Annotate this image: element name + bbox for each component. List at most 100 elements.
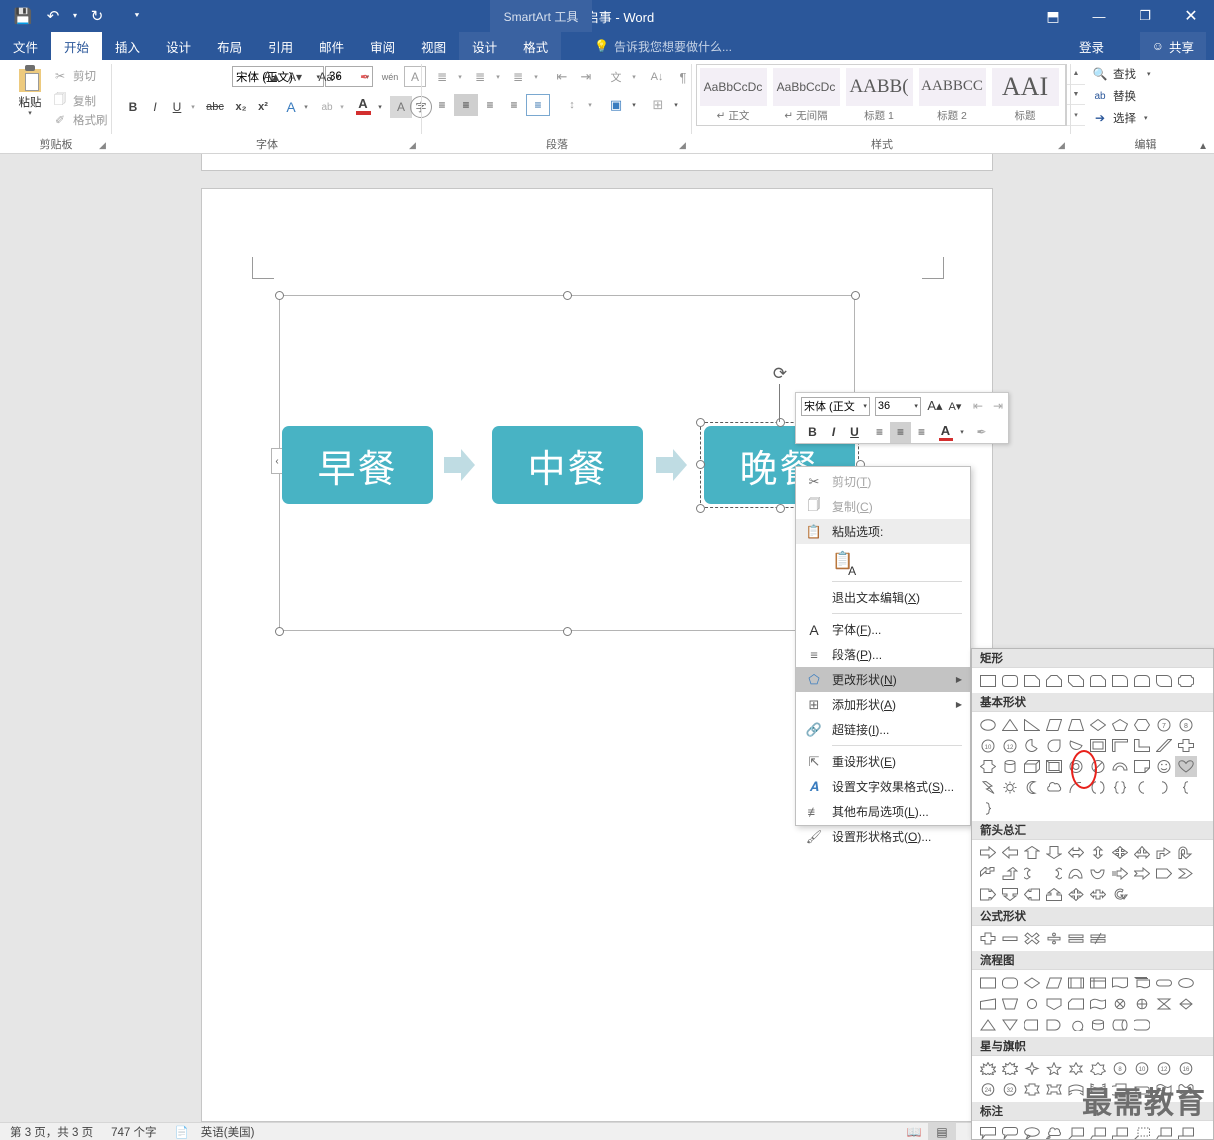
shape-rounded-rectangle[interactable]: [999, 670, 1021, 691]
numbering-button[interactable]: ≣: [468, 66, 492, 88]
shape-diamond[interactable]: [1087, 714, 1109, 735]
shape-hexagon[interactable]: [1131, 714, 1153, 735]
shape-can[interactable]: [999, 756, 1021, 777]
context-menu-item-paragraph[interactable]: ≡ 段落(P)...: [796, 642, 970, 667]
mini-italic-button[interactable]: I: [823, 422, 844, 443]
shape-circular-arrow[interactable]: [1109, 884, 1131, 905]
shape-down-ribbon[interactable]: [1043, 1079, 1065, 1100]
align-left-button[interactable]: ≡: [430, 94, 454, 116]
shape-rectangle[interactable]: [977, 670, 999, 691]
style-heading-1[interactable]: AABB( 标题 1: [843, 65, 916, 125]
shape-down-arrow[interactable]: [1043, 842, 1065, 863]
mini-increase-indent-button[interactable]: ⇥: [988, 396, 1008, 417]
paragraph-dialog-launcher[interactable]: ◢: [677, 140, 688, 151]
context-menu-item-hyperlink[interactable]: 🔗 超链接(I)...: [796, 717, 970, 742]
shape-bevel[interactable]: [1043, 756, 1065, 777]
context-menu-item-copy[interactable]: 🗍 复制(C): [796, 494, 970, 519]
select-button[interactable]: ➔ 选择 ▾: [1092, 110, 1148, 126]
shape-explosion-1[interactable]: [977, 1058, 999, 1079]
context-menu-item-text-effects[interactable]: 𝑨 设置文字效果格式(S)...: [796, 774, 970, 799]
shape-moon[interactable]: [1021, 777, 1043, 798]
shape-notched-right-arrow[interactable]: [1131, 863, 1153, 884]
font-color-caret-icon[interactable]: ▾: [374, 96, 386, 118]
shape-quad-arrow-callout[interactable]: [1065, 884, 1087, 905]
read-mode-button[interactable]: 📖: [900, 1123, 928, 1140]
shape-triangle[interactable]: [999, 714, 1021, 735]
shape-lightning-bolt[interactable]: [977, 777, 999, 798]
shape-teardrop[interactable]: [1043, 735, 1065, 756]
italic-button[interactable]: I: [144, 96, 166, 118]
flowchart-connector[interactable]: [1021, 993, 1043, 1014]
close-icon[interactable]: ✕: [1168, 0, 1214, 32]
mini-toolbar[interactable]: 宋体 (正文 ▾ 36 ▾ A▴ A▾ ⇤ ⇥ B I U ≡ ≡ ≡ A ▾ …: [795, 392, 1009, 444]
shape-heart[interactable]: [1175, 756, 1197, 777]
shape-snip-diagonal-corner-rectangle[interactable]: [1065, 670, 1087, 691]
shape-right-bracket[interactable]: [1153, 777, 1175, 798]
flowchart-direct-access-storage[interactable]: [1109, 1014, 1131, 1035]
bullets-button[interactable]: ≣: [430, 66, 454, 88]
resize-handle-tc[interactable]: [563, 291, 572, 300]
style-title[interactable]: AAI 标题: [989, 65, 1062, 125]
shape-left-arrow-callout[interactable]: [1021, 884, 1043, 905]
shape-decagon[interactable]: 10: [977, 735, 999, 756]
shape-minus[interactable]: [999, 928, 1021, 949]
shrink-font-button[interactable]: A▾: [284, 66, 306, 87]
collapse-ribbon-icon[interactable]: ▲: [1198, 141, 1208, 152]
grow-font-button[interactable]: A▴: [260, 66, 282, 87]
callout-line-border-2[interactable]: [1153, 1123, 1175, 1139]
shape-star-10-point[interactable]: 10: [1131, 1058, 1153, 1079]
shape-divide[interactable]: [1043, 928, 1065, 949]
shape-dodecagon[interactable]: 12: [999, 735, 1021, 756]
callout-line-border-3[interactable]: [1175, 1123, 1197, 1139]
shape-down-arrow-callout[interactable]: [999, 884, 1021, 905]
justify-button[interactable]: ≡: [502, 94, 526, 116]
mini-font-size-combo[interactable]: 36 ▾: [874, 396, 921, 416]
shape-right-triangle[interactable]: [1021, 714, 1043, 735]
shape-snip-same-side-corner-rectangle[interactable]: [1043, 670, 1065, 691]
flowchart-magnetic-disk[interactable]: [1087, 1014, 1109, 1035]
resize-handle-bc[interactable]: [563, 627, 572, 636]
node-handle-tc[interactable]: [776, 418, 785, 427]
shape-round-single-corner-rectangle[interactable]: [1109, 670, 1131, 691]
flowchart-collate[interactable]: [1153, 993, 1175, 1014]
shape-up-arrow[interactable]: [1021, 842, 1043, 863]
flowchart-data[interactable]: [1043, 972, 1065, 993]
context-menu-paste-option-buttons[interactable]: 📋 A: [796, 544, 970, 578]
strikethrough-button[interactable]: abc: [202, 96, 228, 118]
borders-button[interactable]: ⊞: [646, 94, 670, 116]
shape-left-right-arrow-callout[interactable]: [1087, 884, 1109, 905]
flowchart-delay[interactable]: [1043, 1014, 1065, 1035]
style-heading-2[interactable]: AABBCC 标题 2: [916, 65, 989, 125]
text-highlight-caret-icon[interactable]: ▾: [336, 96, 348, 118]
mini-align-right-button[interactable]: ≡: [911, 422, 932, 443]
shape-curved-right-arrow[interactable]: [1021, 863, 1043, 884]
flowchart-punched-tape[interactable]: [1087, 993, 1109, 1014]
callout-oval[interactable]: [1021, 1123, 1043, 1139]
restore-icon[interactable]: ❐: [1122, 0, 1168, 32]
shape-l-shape[interactable]: [1131, 735, 1153, 756]
tab-insert[interactable]: 插入: [102, 32, 153, 60]
node-handle-tl[interactable]: [696, 418, 705, 427]
chinese-layout-button[interactable]: 文: [604, 66, 628, 88]
copy-button[interactable]: 🗍 复制: [52, 90, 96, 111]
shape-diagonal-stripe[interactable]: [1153, 735, 1175, 756]
subscript-button[interactable]: x₂: [230, 96, 252, 118]
tab-references[interactable]: 引用: [255, 32, 306, 60]
shape-chord[interactable]: [1065, 735, 1087, 756]
flowchart-or[interactable]: [1131, 993, 1153, 1014]
flowchart-offpage-connector[interactable]: [1043, 993, 1065, 1014]
smartart-node-1[interactable]: 早餐: [282, 426, 433, 504]
shape-star-32-point[interactable]: 32: [999, 1079, 1021, 1100]
shape-multiply[interactable]: [1021, 928, 1043, 949]
shape-folded-corner[interactable]: [1131, 756, 1153, 777]
ribbon-display-options-icon[interactable]: ⬒: [1030, 0, 1076, 32]
shape-star-7-point[interactable]: [1087, 1058, 1109, 1079]
shape-bent-up-arrow[interactable]: [999, 863, 1021, 884]
character-shading-button[interactable]: A: [390, 96, 412, 118]
mini-format-painter-button[interactable]: ✒: [971, 422, 992, 443]
flowchart-summing-junction[interactable]: [1109, 993, 1131, 1014]
mini-align-center-button[interactable]: ≡: [890, 421, 911, 443]
multilevel-caret-icon[interactable]: ▾: [530, 66, 542, 88]
node-handle-bc[interactable]: [776, 504, 785, 513]
shape-snip-single-corner-rectangle[interactable]: [1021, 670, 1043, 691]
